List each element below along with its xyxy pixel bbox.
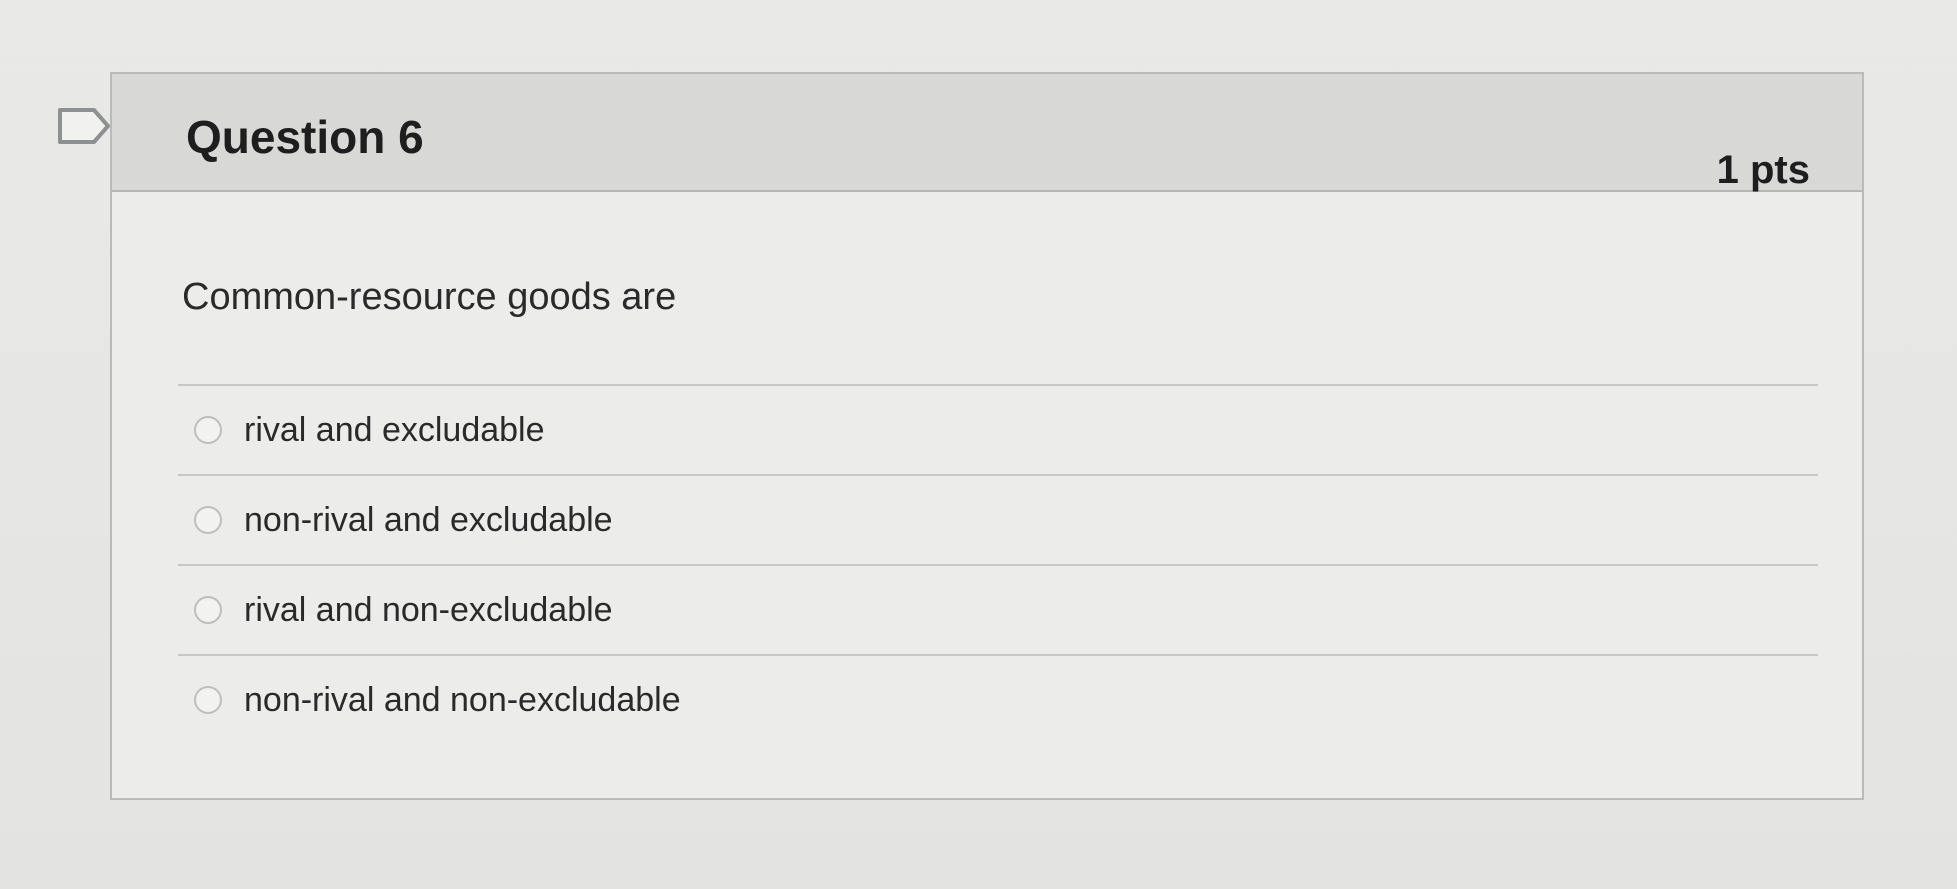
quiz-page: Question 6 1 pts Common-resource goods a… bbox=[0, 0, 1957, 889]
question-card: Question 6 1 pts Common-resource goods a… bbox=[110, 72, 1864, 800]
question-points: 1 pts bbox=[1716, 148, 1810, 192]
answer-option[interactable]: non-rival and excludable bbox=[178, 474, 1818, 564]
answer-option[interactable]: rival and excludable bbox=[178, 384, 1818, 474]
answer-option[interactable]: non-rival and non-excludable bbox=[178, 654, 1818, 744]
radio-button[interactable] bbox=[194, 686, 222, 714]
question-text: Common-resource goods are bbox=[182, 276, 677, 318]
question-header: Question 6 1 pts bbox=[112, 74, 1862, 192]
radio-button[interactable] bbox=[194, 596, 222, 624]
answer-label: non-rival and excludable bbox=[244, 500, 613, 539]
question-title: Question 6 bbox=[186, 111, 424, 163]
answer-option[interactable]: rival and non-excludable bbox=[178, 564, 1818, 654]
flag-question-icon[interactable] bbox=[56, 106, 112, 146]
answer-list: rival and excludable non-rival and exclu… bbox=[178, 384, 1818, 744]
radio-button[interactable] bbox=[194, 416, 222, 444]
radio-button[interactable] bbox=[194, 506, 222, 534]
answer-label: non-rival and non-excludable bbox=[244, 680, 681, 719]
answer-label: rival and non-excludable bbox=[244, 590, 613, 629]
answer-label: rival and excludable bbox=[244, 410, 545, 449]
